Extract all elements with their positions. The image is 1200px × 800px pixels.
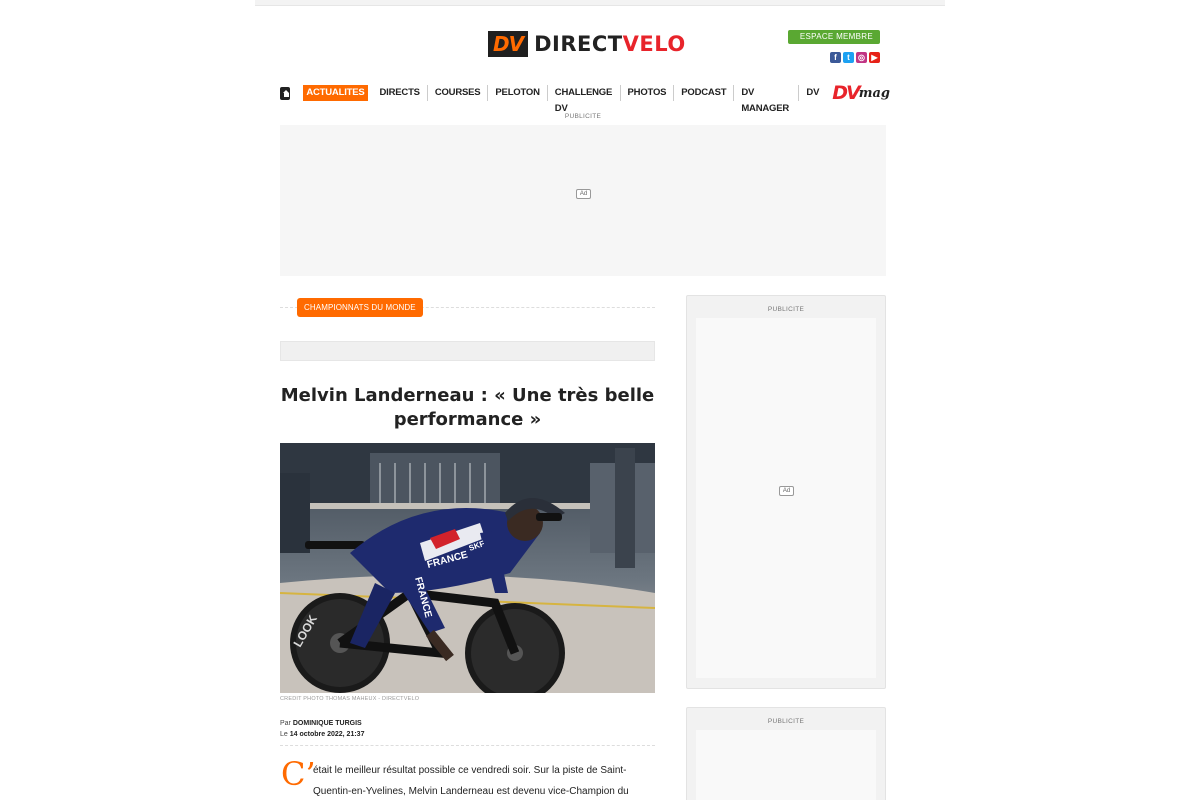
dv-mag-text: mag: [858, 86, 890, 101]
ad-label: PUBLICITE: [767, 718, 805, 725]
byline-prefix: Par: [280, 720, 291, 727]
byline-divider: [280, 745, 655, 746]
nav-item-peloton[interactable]: PELOTON: [487, 85, 546, 101]
ad-slot: [696, 318, 876, 678]
date-prefix: Le: [280, 731, 288, 738]
nav-item-podcast[interactable]: PODCAST: [673, 85, 733, 101]
cyclist-photo: FRANCE FRANCE SKF LOOK: [280, 443, 655, 693]
top-bar: [255, 0, 945, 6]
nav-item-dv[interactable]: DV: [798, 85, 826, 101]
ad-slot: [696, 730, 876, 800]
sidebar-ad-1[interactable]: PUBLICITE Ad: [686, 295, 886, 689]
body-line: était le meilleur résultat possible ce v…: [313, 765, 627, 776]
nav-item-challenge-dv[interactable]: CHALLENGE DV: [546, 85, 620, 114]
article-body: était le meilleur résultat possible ce v…: [313, 760, 655, 800]
article-title: Melvin Landerneau : « Une très belle per…: [280, 385, 655, 430]
nav-item-photos[interactable]: PHOTOS: [619, 85, 674, 101]
breadcrumb-bar: [280, 341, 655, 361]
ad-label: PUBLICITE: [767, 306, 805, 313]
body-line: Quentin-en-Yvelines, Melvin Landerneau e…: [313, 786, 629, 797]
instagram-icon[interactable]: ◎: [856, 52, 867, 63]
nav-item-dv-manager[interactable]: DV MANAGER: [733, 85, 798, 114]
article-byline: Par DOMINIQUE TURGIS Le 14 octobre 2022,…: [280, 718, 364, 740]
site-logo[interactable]: DV DIRECTVELO: [488, 31, 686, 57]
facebook-icon[interactable]: f: [830, 52, 841, 63]
twitter-icon[interactable]: t: [843, 52, 854, 63]
category-badge[interactable]: CHAMPIONNATS DU MONDE: [297, 298, 423, 317]
category-row: CHAMPIONNATS DU MONDE: [280, 290, 655, 324]
member-area-button[interactable]: ESPACE MEMBRE: [787, 30, 880, 44]
article-photo[interactable]: FRANCE FRANCE SKF LOOK: [280, 443, 655, 693]
logo-mark: DV: [488, 31, 529, 57]
nav-item-actualites[interactable]: ACTUALITES: [303, 85, 368, 101]
ad-badge: Ad: [576, 189, 591, 199]
ad-badge: Ad: [779, 486, 794, 496]
top-ad-slot[interactable]: Ad: [280, 125, 886, 276]
nav-item-courses[interactable]: COURSES: [426, 85, 488, 101]
nav-item-directs[interactable]: DIRECTS: [373, 85, 427, 101]
logo-wordmark: DIRECTVELO: [534, 32, 686, 56]
main-nav: ACTUALITES DIRECTS COURSES PELOTON CHALL…: [280, 82, 890, 114]
publish-date: 14 octobre 2022, 21:37: [289, 731, 365, 738]
dv-mag-logo: DV: [832, 82, 861, 104]
author-name[interactable]: DOMINIQUE TURGIS: [293, 720, 362, 727]
youtube-icon[interactable]: ▶: [869, 52, 880, 63]
home-icon[interactable]: [280, 86, 291, 100]
article-column: CHAMPIONNATS DU MONDE Melvin Landerneau …: [280, 290, 655, 430]
photo-credit: CREDIT PHOTO THOMAS MAHEUX - DIRECTVELO: [280, 696, 420, 702]
site-header: DV DIRECTVELO ESPACE MEMBRE f t ◎ ▶: [280, 24, 886, 69]
ad-label: PUBLICITE: [564, 113, 602, 120]
drop-cap: C’: [281, 755, 316, 793]
sidebar-ad-2[interactable]: PUBLICITE: [686, 707, 886, 800]
dv-mag-link[interactable]: DV mag: [832, 82, 890, 104]
social-links: f t ◎ ▶: [830, 52, 880, 63]
